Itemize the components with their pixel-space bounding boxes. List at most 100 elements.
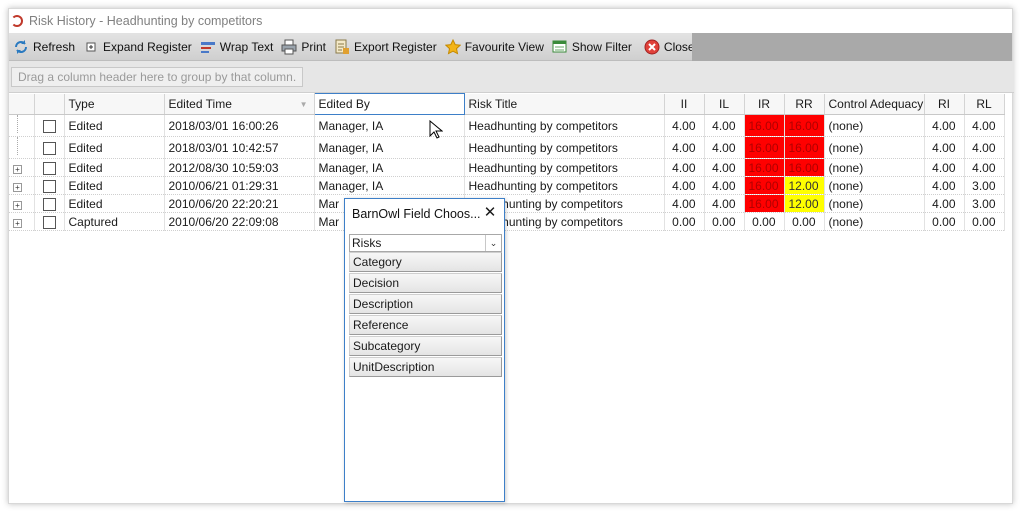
field-item-decision[interactable]: Decision bbox=[349, 273, 502, 293]
cell-rr: 16.00 bbox=[784, 136, 825, 159]
refresh-label: Refresh bbox=[33, 39, 76, 54]
row-checkbox[interactable] bbox=[42, 119, 56, 133]
field-item-reference[interactable]: Reference bbox=[349, 315, 502, 335]
column-header-type[interactable]: Type bbox=[64, 93, 165, 115]
cell-ir: 16.00 bbox=[744, 114, 785, 137]
field-item-description[interactable]: Description bbox=[349, 294, 502, 314]
cell-control-adequacy: (none) bbox=[824, 194, 925, 213]
cell-control-adequacy: (none) bbox=[824, 158, 925, 177]
expand-plus-icon[interactable]: + bbox=[13, 164, 22, 174]
cell-ri: 4.00 bbox=[924, 136, 965, 159]
cell-rl: 4.00 bbox=[964, 158, 1005, 177]
chevron-down-icon[interactable]: ⌄ bbox=[485, 235, 501, 251]
group-by-area[interactable]: Drag a column header here to group by th… bbox=[9, 61, 1014, 93]
cell-ir: 0.00 bbox=[744, 212, 785, 231]
cell-ii: 4.00 bbox=[664, 194, 705, 213]
column-header-edited-time[interactable]: Edited Time ▼ bbox=[164, 93, 315, 115]
field-item-category[interactable]: Category bbox=[349, 252, 502, 272]
risk-history-grid: Type Edited Time ▼ Edited By Risk Title I… bbox=[9, 93, 1005, 231]
export-register-button[interactable]: Export Register bbox=[330, 36, 441, 58]
cell-rl: 3.00 bbox=[964, 176, 1005, 195]
row-checkbox[interactable] bbox=[42, 141, 56, 155]
cell-ii: 0.00 bbox=[664, 212, 705, 231]
cell-ir: 16.00 bbox=[744, 158, 785, 177]
table-row[interactable]: Edited 2018/03/01 16:00:26 Manager, IA H… bbox=[9, 114, 1005, 137]
refresh-button[interactable]: Refresh bbox=[9, 36, 79, 58]
cell-edited-by: Manager, IA bbox=[314, 176, 465, 195]
toolbar: Refresh Expand Register Wrap Text Print … bbox=[9, 33, 707, 61]
cell-ir: 16.00 bbox=[744, 176, 785, 195]
row-checkbox[interactable] bbox=[42, 215, 56, 229]
cell-ri: 4.00 bbox=[924, 176, 965, 195]
column-header-ir[interactable]: IR bbox=[744, 93, 785, 115]
close-button[interactable]: Close bbox=[640, 36, 699, 58]
cell-control-adequacy: (none) bbox=[824, 212, 925, 231]
cell-rl: 0.00 bbox=[964, 212, 1005, 231]
column-header-edited-by[interactable]: Edited By bbox=[313, 93, 465, 115]
export-register-label: Export Register bbox=[354, 39, 437, 54]
print-button[interactable]: Print bbox=[277, 36, 330, 58]
favourite-view-button[interactable]: Favourite View bbox=[441, 36, 548, 58]
print-label: Print bbox=[301, 39, 327, 54]
expand-plus-icon[interactable]: + bbox=[13, 218, 22, 228]
field-item-subcategory[interactable]: Subcategory bbox=[349, 336, 502, 356]
table-row[interactable]: Edited 2018/03/01 10:42:57 Manager, IA H… bbox=[9, 136, 1005, 159]
field-group-selected: Risks bbox=[352, 236, 382, 250]
expand-register-button[interactable]: Expand Register bbox=[79, 36, 196, 58]
table-row[interactable]: + Edited 2010/06/20 22:20:21 Mar nhuntin… bbox=[9, 194, 1005, 213]
column-header-ri[interactable]: RI bbox=[924, 93, 965, 115]
row-expand-cell: + bbox=[9, 212, 35, 231]
row-checkbox[interactable] bbox=[42, 179, 56, 193]
field-item-unit-description[interactable]: UnitDescription bbox=[349, 357, 502, 377]
toolbar-empty-area bbox=[692, 33, 1012, 61]
row-checkbox-cell bbox=[34, 158, 65, 177]
filter-icon bbox=[552, 39, 568, 55]
wrap-text-label: Wrap Text bbox=[219, 39, 274, 54]
column-header-ii[interactable]: II bbox=[664, 93, 705, 115]
expand-plus-icon[interactable]: + bbox=[13, 182, 22, 192]
expand-plus-icon[interactable]: + bbox=[13, 200, 22, 210]
column-header-il[interactable]: IL bbox=[704, 93, 745, 115]
table-row[interactable]: + Captured 2010/06/20 22:09:08 Mar nhunt… bbox=[9, 212, 1005, 231]
row-expand-cell: + bbox=[9, 194, 35, 213]
row-checkbox-cell bbox=[34, 136, 65, 159]
row-expand-cell: + bbox=[9, 158, 35, 177]
cell-rr: 12.00 bbox=[784, 194, 825, 213]
row-checkbox[interactable] bbox=[42, 161, 56, 175]
star-icon bbox=[444, 38, 461, 55]
cell-type: Edited bbox=[64, 158, 165, 177]
cell-control-adequacy: (none) bbox=[824, 114, 925, 137]
row-checkbox-cell bbox=[34, 176, 65, 195]
cell-rl: 4.00 bbox=[964, 136, 1005, 159]
title-bar: Risk History - Headhunting by competitor… bbox=[9, 9, 1012, 33]
cell-risk-title: Headhunting by competitors bbox=[464, 158, 665, 177]
refresh-icon bbox=[13, 39, 29, 55]
wrap-text-button[interactable]: Wrap Text bbox=[196, 36, 278, 58]
row-checkbox-cell bbox=[34, 194, 65, 213]
cell-type: Edited bbox=[64, 176, 165, 195]
sort-descending-icon: ▼ bbox=[299, 99, 308, 109]
cell-ri: 4.00 bbox=[924, 114, 965, 137]
column-header-rr[interactable]: RR bbox=[784, 93, 825, 115]
show-filter-button[interactable]: Show Filter bbox=[548, 36, 636, 58]
group-by-hint: Drag a column header here to group by th… bbox=[11, 67, 304, 87]
field-group-select[interactable]: Risks ⌄ bbox=[349, 234, 502, 252]
cell-il: 4.00 bbox=[704, 158, 745, 177]
row-tree-line bbox=[9, 136, 35, 159]
column-header-rl[interactable]: RL bbox=[964, 93, 1005, 115]
cell-rr: 16.00 bbox=[784, 158, 825, 177]
close-label: Close bbox=[663, 39, 695, 54]
column-header-risk-title[interactable]: Risk Title bbox=[464, 93, 665, 115]
cell-il: 4.00 bbox=[704, 176, 745, 195]
field-chooser-header: BarnOwl Field Choos... ✕ bbox=[345, 199, 504, 229]
edited-time-header-label: Edited Time bbox=[168, 96, 232, 111]
table-row[interactable]: + Edited 2010/06/21 01:29:31 Manager, IA… bbox=[9, 176, 1005, 195]
cell-il: 0.00 bbox=[704, 212, 745, 231]
cell-ii: 4.00 bbox=[664, 114, 705, 137]
column-header-control-adequacy[interactable]: Control Adequacy bbox=[824, 93, 925, 115]
row-checkbox[interactable] bbox=[42, 197, 56, 211]
cell-ii: 4.00 bbox=[664, 158, 705, 177]
table-row[interactable]: + Edited 2012/08/30 10:59:03 Manager, IA… bbox=[9, 158, 1005, 177]
close-icon[interactable]: ✕ bbox=[482, 205, 498, 221]
window-title: Risk History - Headhunting by competitor… bbox=[29, 14, 263, 28]
